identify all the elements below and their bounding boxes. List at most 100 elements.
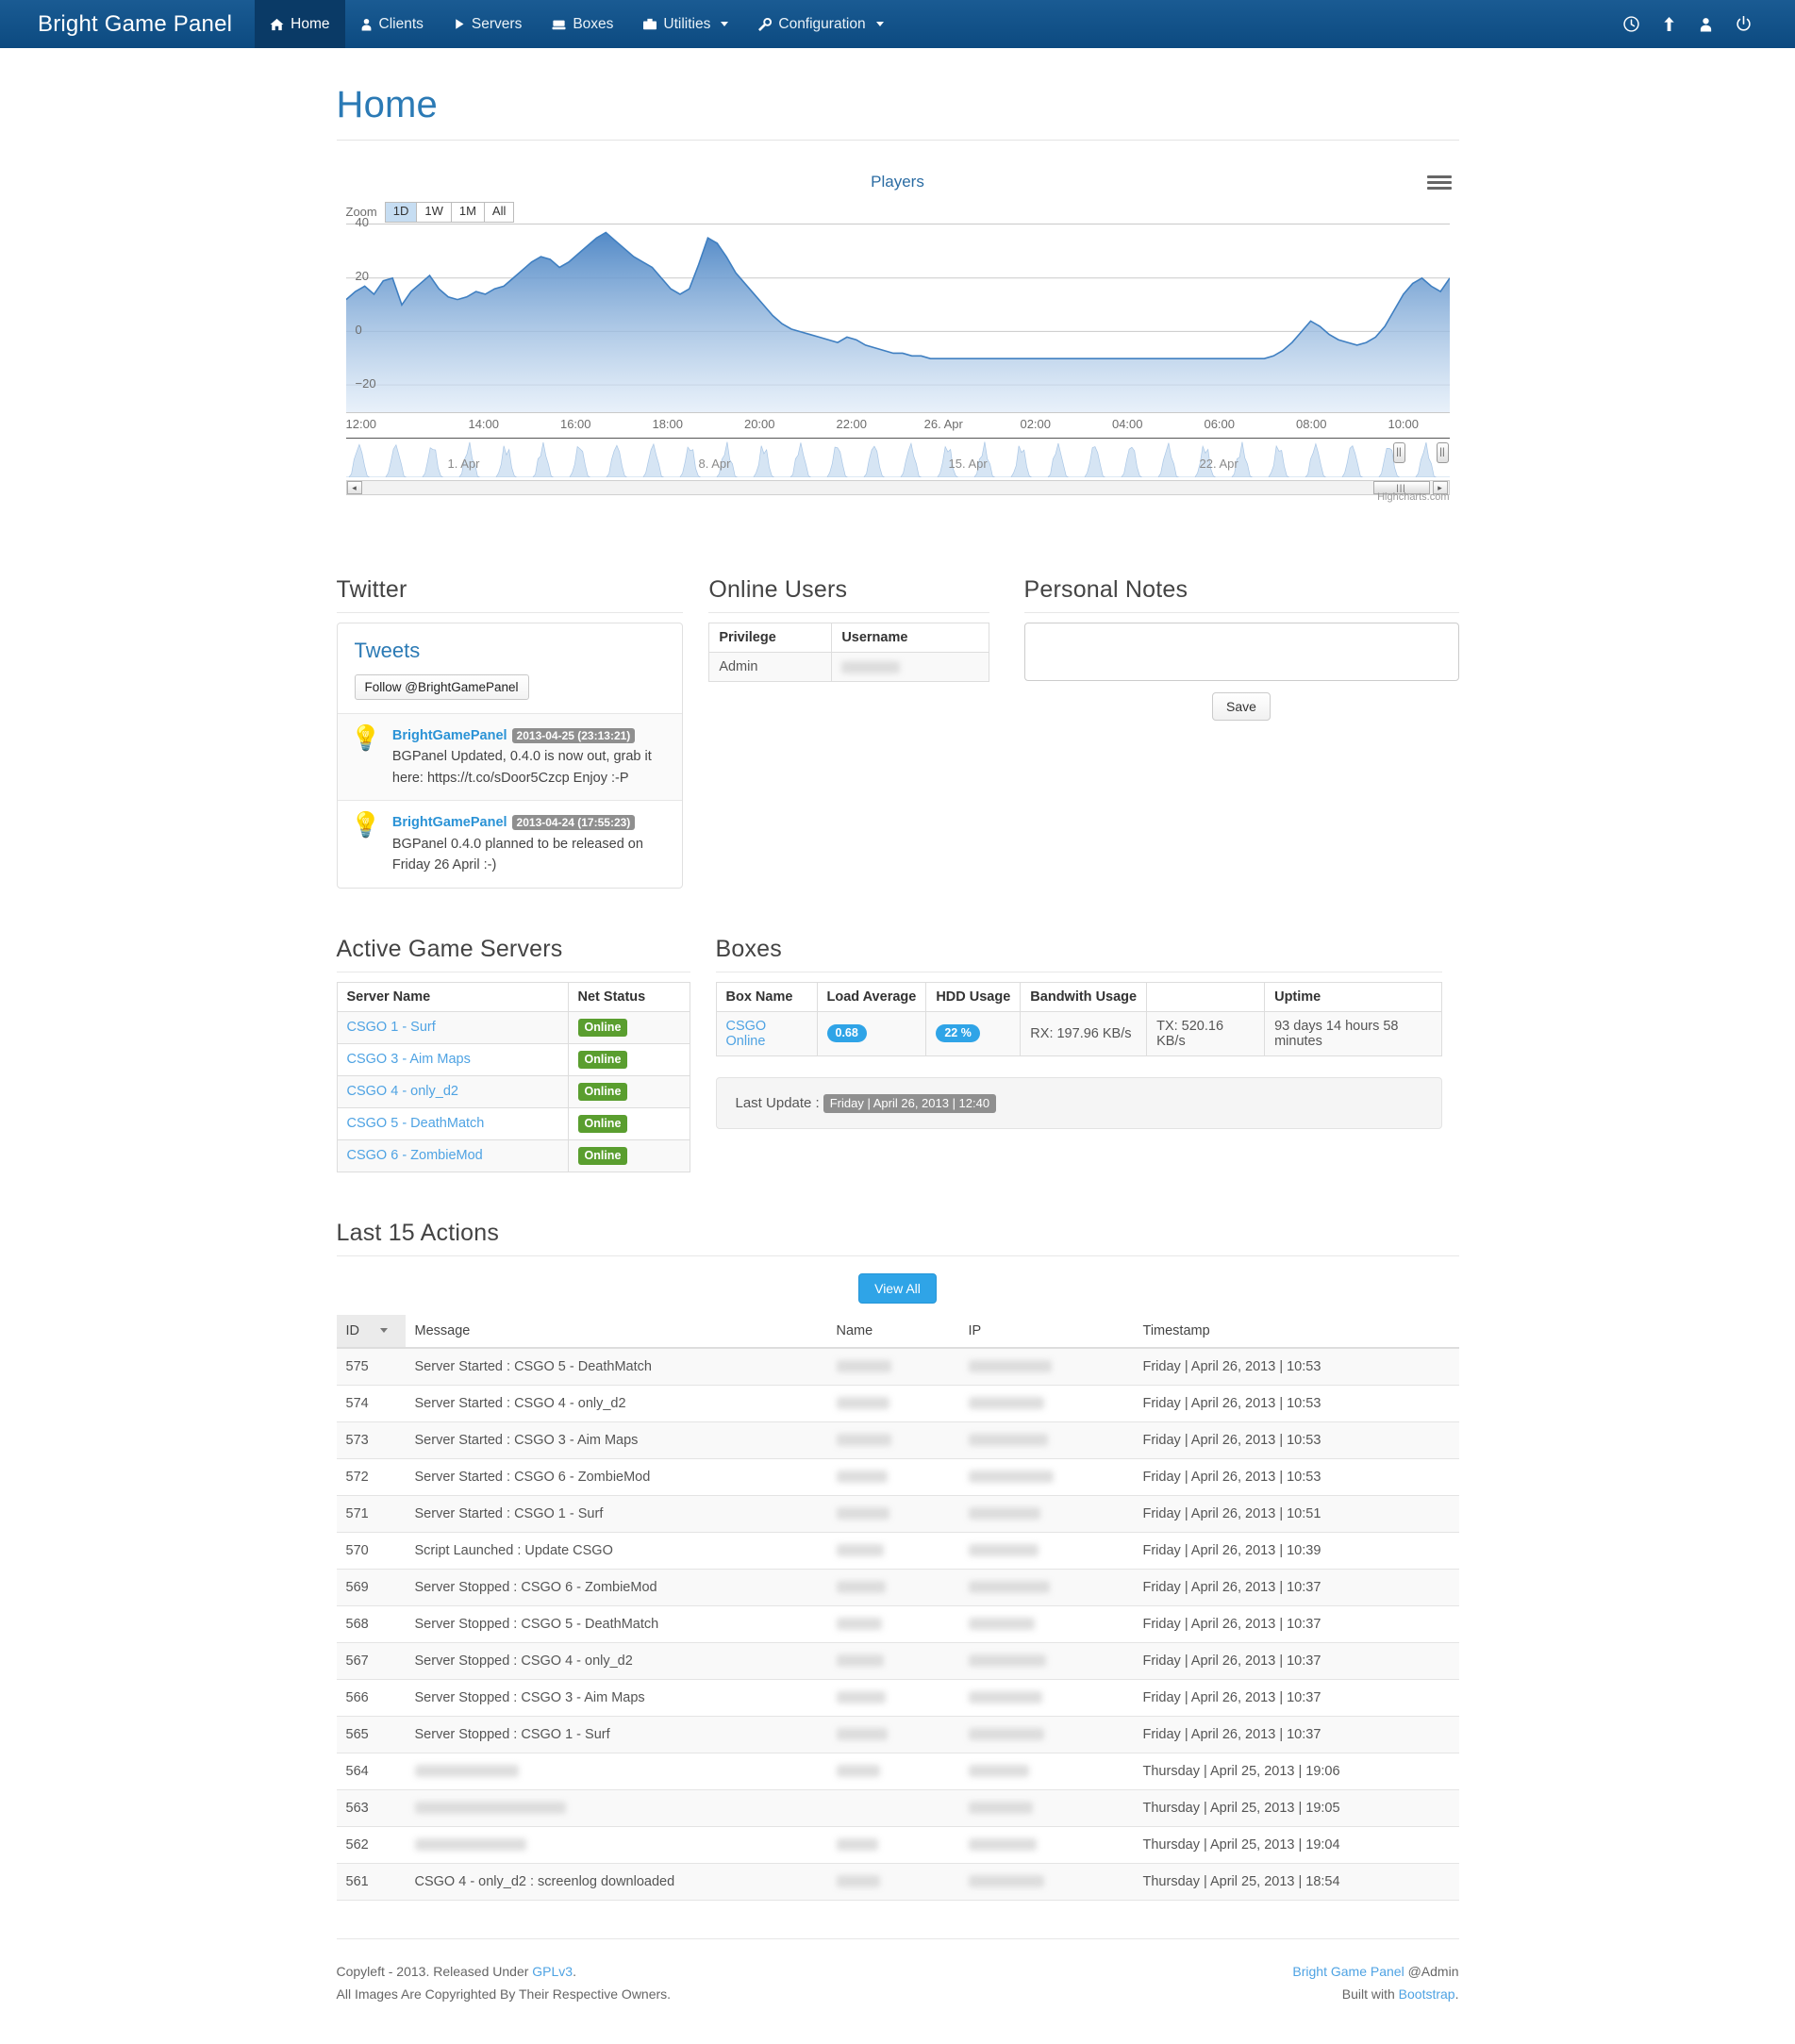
table-row: 563Thursday | April 25, 2013 | 19:05	[337, 1789, 1459, 1826]
status-badge: Online	[578, 1083, 628, 1101]
upload-icon[interactable]	[1662, 16, 1676, 32]
server-link[interactable]: CSGO 6 - ZombieMod	[347, 1148, 483, 1163]
redacted-value	[841, 661, 900, 673]
redacted-value	[837, 1507, 889, 1520]
cell-timestamp: Friday | April 26, 2013 | 10:37	[1134, 1605, 1459, 1642]
cell-message	[406, 1753, 827, 1789]
zoom-button-1m[interactable]: 1M	[451, 202, 484, 223]
cell-name	[827, 1753, 959, 1789]
wrench-icon	[758, 18, 772, 31]
twitter-heading: Twitter	[337, 576, 684, 613]
navbar-actions	[1623, 0, 1795, 48]
home-icon	[270, 18, 284, 31]
power-icon[interactable]	[1736, 16, 1752, 32]
cell-ip	[959, 1605, 1134, 1642]
column-bandwith-usage: Bandwith Usage	[1021, 982, 1147, 1011]
cell-timestamp: Friday | April 26, 2013 | 10:53	[1134, 1385, 1459, 1421]
nav-item-label: Servers	[472, 16, 522, 33]
brand-logo[interactable]: Bright Game Panel	[0, 0, 255, 48]
x-tick: 12:00	[346, 413, 439, 433]
cell-timestamp: Thursday | April 25, 2013 | 19:06	[1134, 1753, 1459, 1789]
chart-credits[interactable]: Highcharts.com	[1377, 491, 1449, 503]
cell-id: 561	[337, 1863, 406, 1900]
brand-link[interactable]: Bright Game Panel	[1292, 1964, 1404, 1979]
cell-timestamp: Thursday | April 25, 2013 | 19:04	[1134, 1826, 1459, 1863]
cell-server-name: CSGO 3 - Aim Maps	[337, 1043, 568, 1075]
user-icon[interactable]	[1699, 17, 1713, 32]
nav-item-clients[interactable]: Clients	[345, 0, 439, 48]
navigator-handle-left[interactable]: ||	[1393, 442, 1405, 463]
cell-uptime: 93 days 14 hours 58 minutes	[1265, 1011, 1441, 1055]
table-row: 567Server Stopped : CSGO 4 - only_d2Frid…	[337, 1642, 1459, 1679]
zoom-button-1w[interactable]: 1W	[416, 202, 451, 223]
gplv3-link[interactable]: GPLv3	[532, 1964, 573, 1979]
sort-desc-icon	[380, 1328, 388, 1333]
nav-item-label: Configuration	[778, 16, 865, 33]
cell-timestamp: Friday | April 26, 2013 | 10:37	[1134, 1569, 1459, 1605]
redacted-value	[969, 1802, 1033, 1814]
follow-button[interactable]: Follow @BrightGamePanel	[355, 674, 529, 700]
table-row: 566Server Stopped : CSGO 3 - Aim MapsFri…	[337, 1679, 1459, 1716]
clock-icon[interactable]	[1623, 16, 1639, 32]
x-tick: 04:00	[1082, 413, 1174, 433]
cell-message	[406, 1826, 827, 1863]
briefcase-icon	[643, 18, 657, 31]
box-link[interactable]: CSGO Online	[726, 1019, 767, 1049]
table-row: 574Server Started : CSGO 4 - only_d2Frid…	[337, 1385, 1459, 1421]
server-link[interactable]: CSGO 4 - only_d2	[347, 1084, 458, 1099]
cell-ip	[959, 1679, 1134, 1716]
hdd-usage-badge: 22 %	[936, 1024, 980, 1042]
scrollbar-left-arrow[interactable]: ◂	[347, 481, 362, 494]
online-users-section: Online Users Privilege Username Admin	[708, 576, 989, 889]
cell-message: Server Started : CSGO 1 - Surf	[406, 1495, 827, 1532]
chart-plot-area[interactable]: 40 20 0 −20	[346, 224, 1450, 412]
cell-name	[827, 1532, 959, 1569]
column-privilege: Privilege	[709, 623, 832, 653]
column-ip[interactable]: IP	[959, 1315, 1134, 1348]
column-message[interactable]: Message	[406, 1315, 827, 1348]
navigator-tick: 8. Apr	[699, 457, 731, 471]
column-server-name: Server Name	[337, 982, 568, 1011]
zoom-button-1d[interactable]: 1D	[385, 202, 417, 223]
redacted-value	[837, 1838, 878, 1851]
table-header-row: Server Name Net Status	[337, 982, 690, 1011]
server-link[interactable]: CSGO 1 - Surf	[347, 1020, 436, 1035]
column-timestamp[interactable]: Timestamp	[1134, 1315, 1459, 1348]
last-update-label: Last Update :	[736, 1095, 820, 1111]
zoom-button-all[interactable]: All	[484, 202, 514, 223]
server-link[interactable]: CSGO 3 - Aim Maps	[347, 1052, 471, 1067]
chart-scrollbar[interactable]: ◂ ||| ▸	[346, 480, 1450, 495]
images-copyright-text: All Images Are Copyrighted By Their Resp…	[337, 1983, 672, 2006]
copyleft-text: Copyleft - 2013. Released Under	[337, 1964, 533, 1979]
tweet-author[interactable]: BrightGamePanel	[392, 815, 507, 830]
column-username: Username	[832, 623, 989, 653]
cell-id: 570	[337, 1532, 406, 1569]
personal-notes-heading: Personal Notes	[1024, 576, 1459, 613]
server-link[interactable]: CSGO 5 - DeathMatch	[347, 1116, 485, 1131]
save-notes-button[interactable]: Save	[1212, 692, 1271, 721]
nav-item-configuration[interactable]: Configuration	[743, 0, 898, 48]
redacted-value	[969, 1875, 1044, 1887]
cell-id: 566	[337, 1679, 406, 1716]
view-all-button[interactable]: View All	[858, 1273, 937, 1304]
redacted-value	[969, 1654, 1046, 1667]
cell-ip	[959, 1753, 1134, 1789]
cell-message: Server Stopped : CSGO 5 - DeathMatch	[406, 1605, 827, 1642]
chart-menu-icon[interactable]	[1427, 173, 1452, 192]
tweet-author[interactable]: BrightGamePanel	[392, 728, 507, 743]
built-with-period: .	[1455, 1986, 1459, 2002]
bootstrap-link[interactable]: Bootstrap	[1399, 1986, 1455, 2002]
navigator-handle-right[interactable]: ||	[1437, 442, 1449, 463]
cell-message: Server Started : CSGO 5 - DeathMatch	[406, 1348, 827, 1386]
nav-item-boxes[interactable]: Boxes	[537, 0, 628, 48]
table-row: Admin	[709, 653, 989, 682]
nav-item-servers[interactable]: Servers	[439, 0, 537, 48]
table-row: CSGO 6 - ZombieMod Online	[337, 1139, 690, 1172]
column-id[interactable]: ID	[337, 1315, 406, 1348]
nav-item-home[interactable]: Home	[255, 0, 344, 48]
redacted-value	[837, 1397, 889, 1409]
nav-item-utilities[interactable]: Utilities	[628, 0, 743, 48]
column-name[interactable]: Name	[827, 1315, 959, 1348]
x-tick: 08:00	[1266, 413, 1358, 433]
notes-textarea[interactable]	[1024, 623, 1459, 681]
